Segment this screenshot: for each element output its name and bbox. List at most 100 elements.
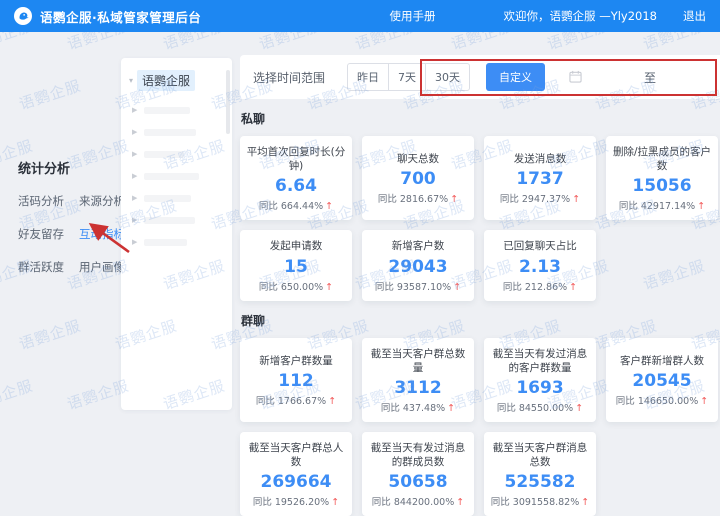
tree-root-label: 语鹦企服 bbox=[137, 70, 196, 91]
stat-card: 截至当天客户群总数量 3112 同比 437.48% ↑ bbox=[362, 337, 474, 422]
stat-card-title: 客户群新增群人数 bbox=[620, 354, 704, 367]
time-preset-button[interactable]: 昨日 bbox=[347, 63, 390, 91]
stat-card: 新增客户数 29043 同比 93587.10% ↑ bbox=[362, 230, 474, 301]
tree-node-label-redacted bbox=[144, 150, 185, 158]
stat-card-value: 15056 bbox=[632, 176, 692, 197]
stat-card: 客户群新增群人数 20545 同比 146650.00% ↑ bbox=[606, 337, 718, 422]
stat-card-grid: 新增客户群数量 112 同比 1766.67% ↑ 截至当天客户群总数量 3112 同比 4… bbox=[240, 337, 720, 516]
stat-card-value: 700 bbox=[400, 169, 436, 190]
stat-card-yoy: 同比 650.00% ↑ bbox=[259, 279, 333, 293]
watermark-text: 语鹦企服 bbox=[256, 32, 324, 54]
stat-card-yoy-text: 同比 93587.10% bbox=[374, 281, 452, 293]
stat-card-grid: 平均首次回复时长(分钟) 6.64 同比 664.44% ↑ 聊天总数 700 同比 281… bbox=[240, 136, 720, 301]
watermark-text: 语鹦企服 bbox=[16, 76, 84, 114]
tree-node-label-redacted bbox=[144, 106, 191, 114]
tree-node[interactable]: ▶ bbox=[121, 209, 232, 231]
stat-card-yoy-text: 同比 1766.67% bbox=[255, 395, 327, 407]
stat-card-title: 聊天总数 bbox=[397, 153, 439, 166]
watermark-text: 语鹦企服 bbox=[544, 32, 612, 54]
stat-card-value: 525582 bbox=[504, 472, 576, 493]
stat-card-value: 50658 bbox=[388, 472, 448, 493]
stat-card-title: 截至当天客户群总人数 bbox=[248, 441, 344, 469]
stat-card-yoy: 同比 664.44% ↑ bbox=[259, 198, 333, 212]
app-header: 语鹦企服·私域管家管理后台 使用手册 欢迎你，语鹦企服 —Yly2018 退出 bbox=[0, 0, 720, 32]
stat-card-title: 发送消息数 bbox=[513, 153, 567, 166]
stat-card-value: 20545 bbox=[632, 370, 692, 391]
trend-up-icon: ↑ bbox=[325, 201, 334, 213]
stat-card-yoy: 同比 2947.37% ↑ bbox=[500, 191, 580, 205]
date-range-separator: 至 bbox=[644, 70, 657, 85]
manual-link[interactable]: 使用手册 bbox=[390, 8, 436, 24]
tree-rows: ▶ ▶ ▶ ▶ ▶ ▶ ▶ bbox=[121, 99, 232, 253]
stat-card: 已回复聊天占比 2.13 同比 212.86% ↑ bbox=[484, 230, 596, 301]
tree-node-label-redacted bbox=[144, 128, 197, 136]
stat-card-value: 269664 bbox=[260, 472, 332, 493]
stat-card: 发起申请数 15 同比 650.00% ↑ bbox=[240, 230, 352, 301]
logout-link[interactable]: 退出 bbox=[683, 8, 706, 24]
tree-node[interactable]: ▶ bbox=[121, 99, 232, 121]
watermark-text: 语鹦企服 bbox=[448, 32, 516, 54]
time-range-toolbar: 选择时间范围 昨日 7天 30天 自定义 至 bbox=[240, 55, 720, 99]
section-title: 私聊 bbox=[241, 112, 266, 126]
sidebar-item[interactable]: 活码分析 bbox=[18, 193, 64, 209]
time-preset-button[interactable]: 7天 bbox=[388, 63, 427, 91]
time-range-label: 选择时间范围 bbox=[253, 70, 326, 85]
sidebar-item[interactable]: 群活跃度 bbox=[18, 259, 64, 275]
stat-card: 截至当天客户群总人数 269664 同比 19526.20% ↑ bbox=[240, 431, 352, 516]
stat-card: 截至当天有发过消息的群成员数 50658 同比 844200.00% ↑ bbox=[362, 431, 474, 516]
stat-card-yoy-text: 同比 664.44% bbox=[258, 201, 324, 213]
stat-card-yoy: 同比 212.86% ↑ bbox=[503, 279, 577, 293]
time-preset-button[interactable]: 30天 bbox=[425, 63, 471, 91]
watermark-text: 语鹦企服 bbox=[16, 316, 84, 354]
stats-menu-grid: 活码分析 来源分析好友留存 互动指标群活跃度 用户画像 bbox=[18, 193, 125, 275]
stat-card-yoy: 同比 2816.67% ↑ bbox=[378, 191, 458, 205]
stat-card-value: 1693 bbox=[516, 377, 564, 398]
date-range-input[interactable]: 至 bbox=[569, 62, 720, 92]
stat-card-yoy: 同比 146650.00% ↑ bbox=[616, 393, 708, 407]
stat-card-yoy: 同比 1766.67% ↑ bbox=[256, 393, 336, 407]
stats-sections: 私聊 平均首次回复时长(分钟) 6.64 同比 664.44% ↑ 聊天总数 700 同比 2… bbox=[240, 99, 720, 516]
time-preset-group: 昨日 7天 30天 bbox=[347, 63, 471, 91]
sidebar-item[interactable]: 好友留存 bbox=[18, 226, 64, 242]
watermark-text: 语鹦企服 bbox=[640, 32, 708, 54]
collapse-caret-icon: ▾ bbox=[129, 76, 134, 85]
tree-node[interactable]: ▶ bbox=[121, 121, 232, 143]
stat-card-yoy-text: 同比 212.86% bbox=[502, 281, 568, 293]
tree-node[interactable]: ▶ bbox=[121, 231, 232, 253]
tree-node[interactable]: ▶ bbox=[121, 143, 232, 165]
stat-card-yoy-text: 同比 19526.20% bbox=[252, 497, 330, 509]
tree-node[interactable]: ▶ bbox=[121, 187, 232, 209]
tree-scrollbar[interactable] bbox=[226, 70, 230, 134]
calendar-icon bbox=[569, 68, 582, 87]
stat-card-title: 已回复聊天占比 bbox=[503, 240, 577, 253]
stat-card-yoy: 同比 42917.14% ↑ bbox=[619, 198, 705, 212]
stat-card-yoy-text: 同比 146650.00% bbox=[615, 395, 699, 407]
expand-arrow-icon: ▶ bbox=[132, 172, 138, 180]
stat-card: 删除/拉黑成员的客户数 15056 同比 42917.14% ↑ bbox=[606, 136, 718, 221]
expand-arrow-icon: ▶ bbox=[132, 194, 138, 202]
tree-node[interactable]: ▶ bbox=[121, 165, 232, 187]
custom-range-button[interactable]: 自定义 bbox=[486, 63, 546, 91]
expand-arrow-icon: ▶ bbox=[132, 106, 138, 114]
trend-up-icon: ↑ bbox=[700, 395, 709, 407]
tree-root-node[interactable]: ▾ 语鹦企服 bbox=[129, 70, 226, 91]
stat-card-title: 截至当天客户群消息总数 bbox=[492, 441, 588, 469]
stat-card-yoy-text: 同比 844200.00% bbox=[371, 497, 455, 509]
trend-up-icon: ↑ bbox=[331, 497, 340, 509]
stat-card-value: 3112 bbox=[394, 377, 442, 398]
stat-card: 截至当天有发过消息的客户群数量 1693 同比 84550.00% ↑ bbox=[484, 337, 596, 422]
stats-menu: 统计分析 活码分析 来源分析 好友留存 互动指标 群活跃度 用户画像 bbox=[18, 158, 125, 275]
watermark-text: 语鹦企服 bbox=[0, 376, 36, 414]
section-title: 群聊 bbox=[241, 313, 266, 328]
sidebar-item[interactable]: 来源分析 bbox=[79, 193, 125, 209]
app-title: 语鹦企服·私域管家管理后台 bbox=[40, 9, 202, 25]
stat-card-yoy: 同比 93587.10% ↑ bbox=[375, 279, 461, 293]
stat-card-yoy-text: 同比 650.00% bbox=[258, 281, 324, 293]
trend-up-icon: ↑ bbox=[697, 201, 706, 213]
tree-node-label-redacted bbox=[144, 216, 196, 224]
sidebar-item[interactable]: 互动指标 bbox=[79, 226, 125, 242]
stat-card-yoy-text: 同比 84550.00% bbox=[496, 402, 574, 414]
sidebar-item[interactable]: 用户画像 bbox=[79, 259, 125, 275]
stat-card-title: 发起申请数 bbox=[269, 240, 323, 253]
watermark-text: 语鹦企服 bbox=[352, 32, 420, 54]
